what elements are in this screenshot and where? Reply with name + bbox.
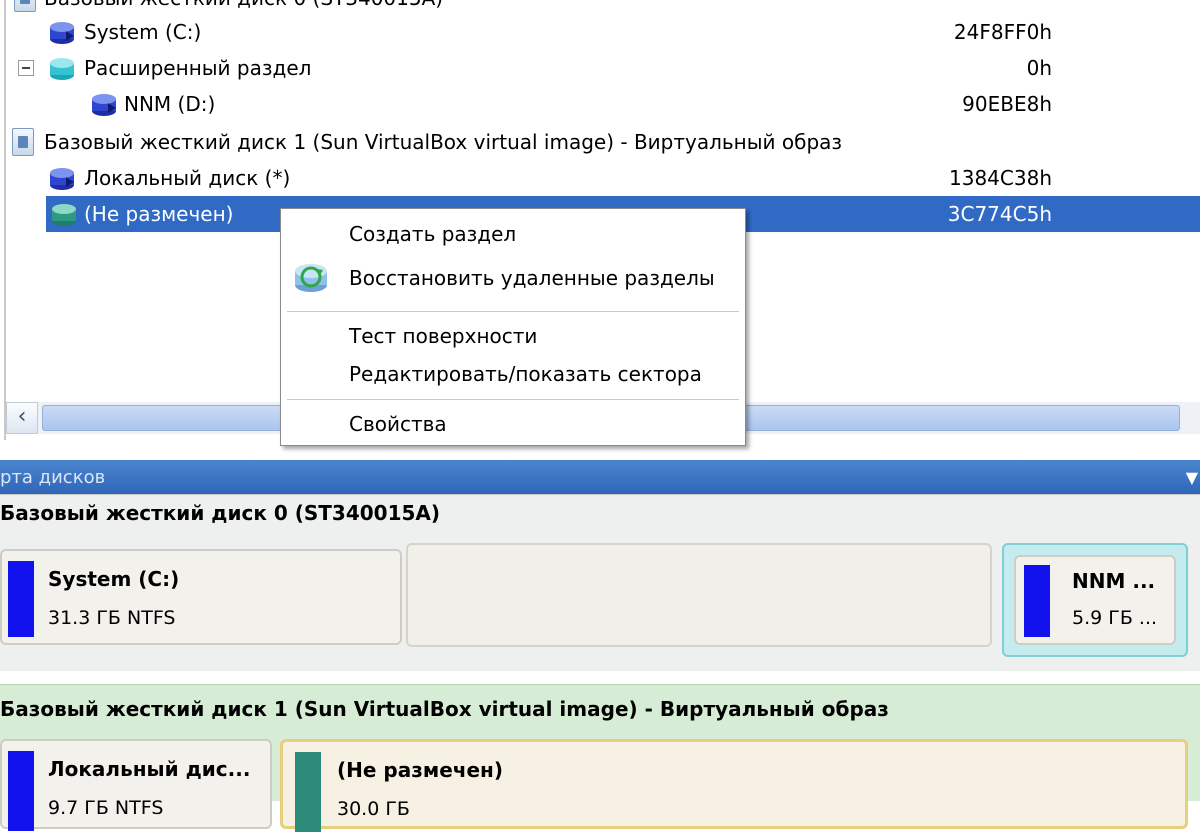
unallocated-color-bar — [295, 752, 321, 832]
tree-row-system-c[interactable]: System (C:) 24F8FF0h — [0, 14, 1200, 50]
disk-title: Базовый жесткий диск 0 (ST340015A) — [0, 501, 441, 525]
menu-item-restore-partitions[interactable]: Восстановить удаленные разделы — [349, 261, 715, 295]
tree-row-label: System (C:) — [84, 20, 202, 44]
partition-name: System (C:) — [48, 567, 180, 591]
tree-row-extended[interactable]: Расширенный раздел 0h — [0, 50, 1200, 86]
ntfs-color-bar — [1024, 565, 1050, 637]
tree-row-label: Расширенный раздел — [84, 56, 312, 80]
hard-disk-icon — [12, 128, 34, 156]
partition-icon — [50, 168, 74, 190]
partition-info: 5.9 ГБ ... — [1072, 607, 1158, 629]
partition-name: NNM ... — [1072, 569, 1156, 593]
menu-item-create-partition[interactable]: Создать раздел — [349, 217, 516, 251]
partition-icon — [50, 22, 74, 44]
disk-title: Базовый жесткий диск 1 (Sun VirtualBox v… — [0, 697, 889, 721]
partition-block-nnm[interactable]: NNM ... 5.9 ГБ ... — [1002, 543, 1188, 657]
disk-1-map: Базовый жесткий диск 1 (Sun VirtualBox v… — [0, 684, 1200, 832]
menu-separator — [287, 311, 739, 312]
ntfs-color-bar — [8, 561, 34, 637]
tree-row-value: 3C774C5h — [947, 202, 1052, 226]
partition-info: 9.7 ГБ NTFS — [48, 797, 164, 819]
menu-item-edit-sectors[interactable]: Редактировать/показать сектора — [349, 357, 702, 391]
hard-disk-icon — [14, 0, 36, 12]
tree-row-value: 0h — [1026, 56, 1052, 80]
partition-icon — [92, 94, 116, 116]
extended-partition-icon — [50, 58, 74, 80]
unallocated-icon — [52, 204, 76, 226]
ntfs-color-bar — [8, 751, 34, 831]
tree-row-label: Локальный диск (*) — [84, 166, 291, 190]
partition-info: 30.0 ГБ — [337, 798, 410, 820]
partition-block-system-c[interactable]: System (C:) 31.3 ГБ NTFS — [0, 549, 402, 645]
scroll-left-icon[interactable]: ‹ — [6, 402, 38, 434]
collapse-panel-icon[interactable]: ▼ — [1186, 460, 1198, 496]
partition-block-unallocated[interactable]: (Не размечен) 30.0 ГБ — [280, 739, 1188, 832]
extended-partition-area[interactable] — [406, 543, 992, 647]
collapse-icon[interactable] — [18, 60, 34, 76]
restore-partitions-icon — [295, 264, 327, 292]
menu-separator — [287, 399, 739, 400]
context-menu: Создать раздел Восстановить удаленные ра… — [280, 208, 746, 446]
disk-map-header: рта дисков ▼ — [0, 460, 1200, 494]
tree-row-label: NNM (D:) — [124, 92, 216, 116]
menu-item-properties[interactable]: Свойства — [349, 407, 447, 441]
tree-row-value: 90EBE8h — [962, 92, 1052, 116]
menu-item-surface-test[interactable]: Тест поверхности — [349, 319, 537, 353]
tree-row-disk-1[interactable]: Базовый жесткий диск 1 (Sun VirtualBox v… — [0, 124, 1200, 160]
partition-block-local-disk[interactable]: Локальный дис... 9.7 ГБ NTFS — [0, 739, 272, 831]
tree-row-local-disk[interactable]: Локальный диск (*) 1384C38h — [0, 160, 1200, 196]
partition-info: 31.3 ГБ NTFS — [48, 607, 176, 629]
partition-block-nnm-inner: NNM ... 5.9 ГБ ... — [1014, 555, 1176, 645]
disk-0-map: Базовый жесткий диск 0 (ST340015A) Syste… — [0, 494, 1200, 671]
disk-map-title: рта дисков — [0, 467, 106, 488]
tree-row-value: 1384C38h — [949, 166, 1052, 190]
partition-name: Локальный дис... — [48, 757, 251, 781]
partition-name: (Не размечен) — [337, 758, 504, 782]
tree-row-label: Базовый жесткий диск 1 (Sun VirtualBox v… — [44, 130, 843, 154]
tree-row-nnm-d[interactable]: NNM (D:) 90EBE8h — [0, 86, 1200, 122]
tree-row-label: (Не размечен) — [84, 202, 234, 226]
tree-row-value: 24F8FF0h — [953, 20, 1052, 44]
